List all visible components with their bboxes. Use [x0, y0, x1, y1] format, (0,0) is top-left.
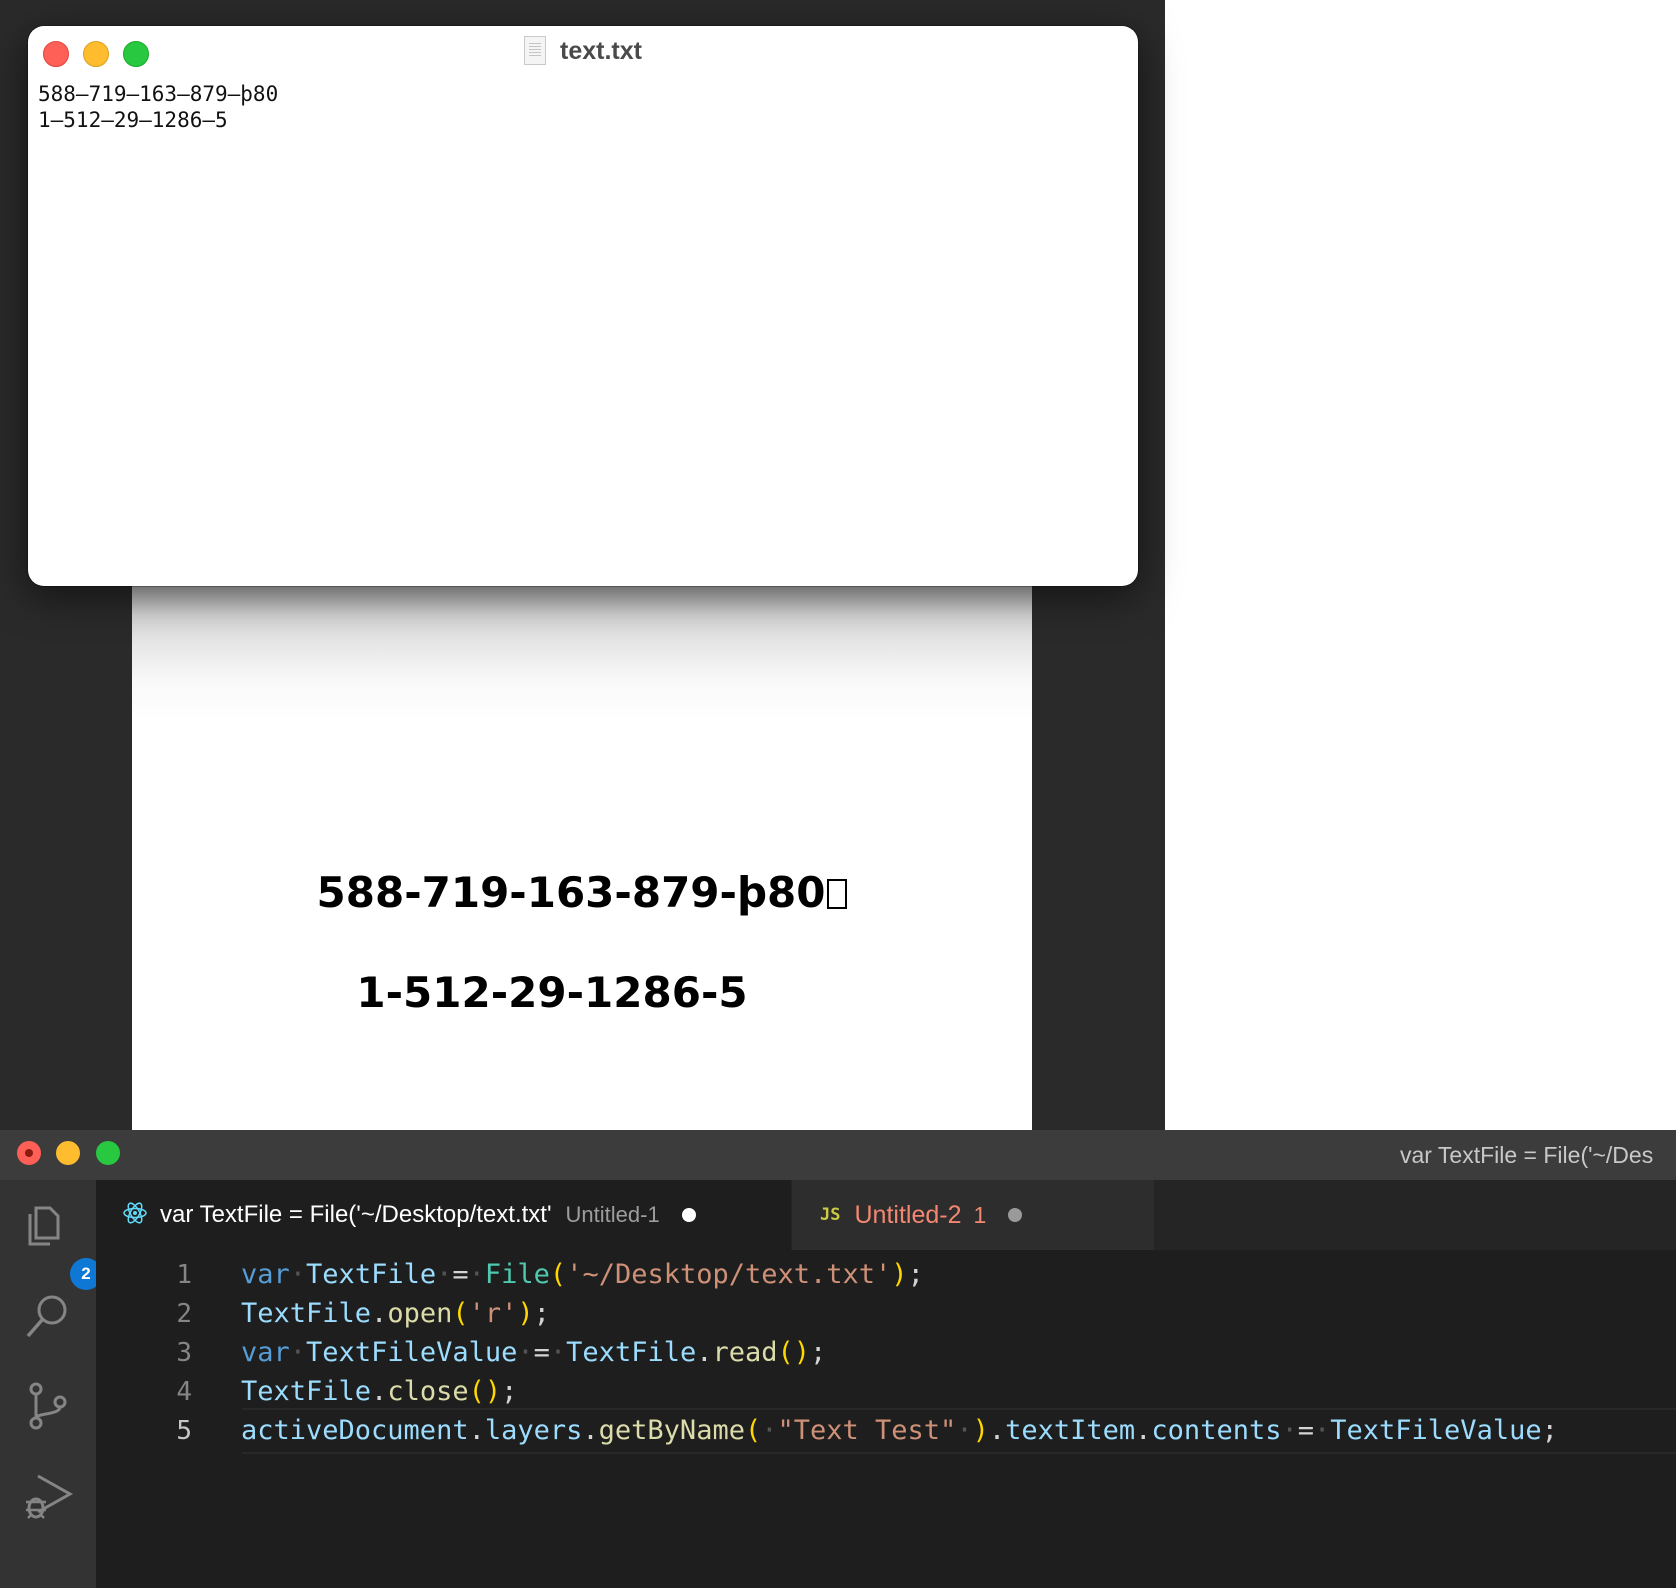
text-document-icon — [524, 36, 547, 65]
js-icon: JS — [820, 1205, 841, 1225]
photoshop-document-canvas: 588-719-163-879-þ80 1-512-29-1286-5 — [132, 560, 1032, 1130]
explorer-icon[interactable]: 2 — [22, 1198, 102, 1290]
window-title: text.txt — [28, 36, 1138, 66]
code-text: var·TextFileValue·=·TextFile.read(); — [241, 1337, 827, 1368]
code-line-current[interactable]: 5 activeDocument.layers.getByName(·"Text… — [96, 1408, 1676, 1454]
vscode-window: var TextFile = File('~/Des 2 var TextFil… — [0, 1130, 1676, 1588]
code-line[interactable]: 2 TextFile.open('r'); — [96, 1293, 1676, 1335]
background-panel — [1165, 0, 1676, 1130]
code-line[interactable]: 4 TextFile.close(); — [96, 1371, 1676, 1413]
run-debug-icon[interactable] — [22, 1470, 74, 1522]
problem-count: 1 — [973, 1201, 987, 1228]
tab-label: Untitled-2 — [854, 1200, 962, 1229]
code-line[interactable]: 1 var·TextFile·=·File('~/Desktop/text.tx… — [96, 1254, 1676, 1296]
canvas-text-line-1: 588-719-163-879-þ80 — [132, 868, 1032, 917]
canvas-text-line-2: 1-512-29-1286-5 — [356, 968, 748, 1017]
line-number: 1 — [176, 1260, 192, 1290]
text-line-2: 1–512–29–1286–5 — [38, 108, 228, 132]
tab-untitled-1[interactable]: var TextFile = File('~/Desktop/text.txt'… — [96, 1180, 792, 1250]
line-number: 2 — [176, 1299, 192, 1329]
code-text: activeDocument.layers.getByName(·"Text T… — [241, 1415, 1558, 1446]
unsaved-dot-icon[interactable] — [1008, 1208, 1023, 1222]
line-number: 3 — [176, 1338, 192, 1368]
code-text: TextFile.open('r'); — [241, 1298, 550, 1329]
unsaved-dot-icon[interactable] — [681, 1208, 696, 1222]
tab-untitled-2[interactable]: JS Untitled-2 1 — [792, 1180, 1154, 1250]
code-text: var·TextFile·=·File('~/Desktop/text.txt'… — [241, 1259, 924, 1290]
editor-tabs: var TextFile = File('~/Desktop/text.txt'… — [96, 1180, 1676, 1250]
code-line[interactable]: 3 var·TextFileValue·=·TextFile.read(); — [96, 1332, 1676, 1374]
missing-glyph-icon — [827, 879, 848, 909]
line-number: 4 — [176, 1377, 192, 1407]
tab-label: var TextFile = File('~/Desktop/text.txt' — [160, 1201, 552, 1228]
title-bar: var TextFile = File('~/Des — [0, 1130, 1676, 1180]
code-text: TextFile.close(); — [241, 1376, 518, 1407]
code-editor[interactable]: 1 var·TextFile·=·File('~/Desktop/text.tx… — [96, 1250, 1676, 1588]
source-control-icon[interactable] — [22, 1380, 74, 1432]
text-line-1: 588–719–163–879–þ80 — [38, 82, 279, 106]
tab-description: Untitled-1 — [565, 1202, 660, 1227]
line-number: 5 — [176, 1416, 192, 1446]
text-editor-area[interactable]: 588–719–163–879–þ80 1–512–29–1286–5 — [38, 81, 278, 133]
close-button[interactable] — [17, 1141, 41, 1165]
activity-bar: 2 — [0, 1180, 102, 1588]
zoom-button[interactable] — [96, 1141, 120, 1165]
react-icon — [122, 1200, 148, 1231]
window-title: var TextFile = File('~/Des — [1400, 1142, 1654, 1168]
textedit-window: text.txt 588–719–163–879–þ80 1–512–29–12… — [28, 26, 1138, 586]
minimize-button[interactable] — [56, 1141, 80, 1165]
search-icon[interactable] — [22, 1290, 74, 1342]
